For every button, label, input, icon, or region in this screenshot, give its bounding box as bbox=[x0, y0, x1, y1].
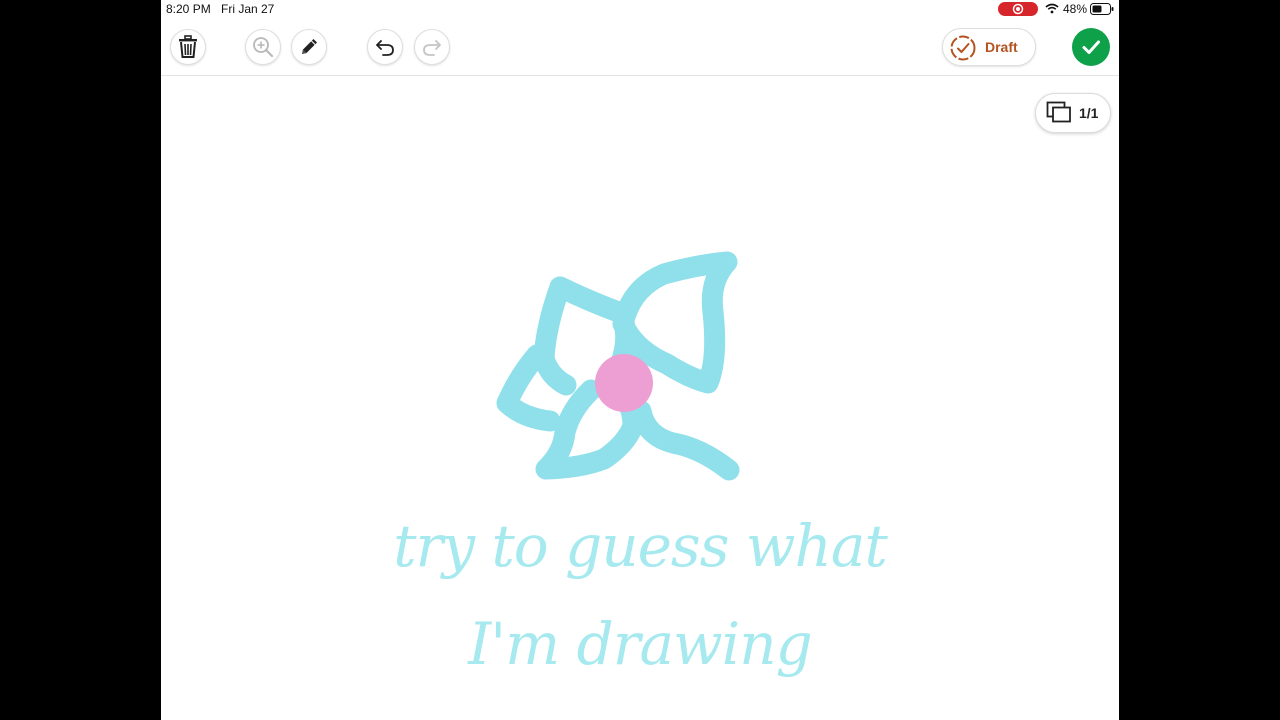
record-icon bbox=[1012, 3, 1024, 15]
battery-percentage: 48% bbox=[1063, 2, 1088, 16]
delete-button[interactable] bbox=[170, 29, 206, 65]
screen-recording-indicator bbox=[998, 2, 1038, 16]
pen-tool-button[interactable] bbox=[291, 29, 327, 65]
status-time: 8:20 PM bbox=[166, 2, 211, 16]
draft-check-icon bbox=[950, 35, 976, 61]
pencil-icon bbox=[302, 39, 317, 54]
zoom-in-icon bbox=[253, 37, 274, 58]
caption-line-1: try to guess what bbox=[393, 512, 888, 580]
draft-label: Draft bbox=[985, 39, 1018, 55]
drawing-canvas[interactable]: try to guess what I'm drawing bbox=[161, 76, 1119, 720]
status-date: Fri Jan 27 bbox=[221, 2, 275, 16]
status-bar: 8:20 PM Fri Jan 27 48% bbox=[161, 0, 1119, 18]
toolbar: Draft bbox=[161, 20, 1119, 76]
battery-icon bbox=[1090, 3, 1114, 15]
caption-line-2: I'm drawing bbox=[468, 610, 812, 678]
done-button[interactable] bbox=[1072, 28, 1110, 66]
drawing-app-screen: 8:20 PM Fri Jan 27 48% Draft 1/1 try to … bbox=[161, 0, 1119, 720]
trash-icon bbox=[179, 35, 197, 58]
draft-button[interactable]: Draft bbox=[942, 28, 1036, 66]
redo-icon bbox=[423, 40, 441, 56]
checkmark-icon bbox=[1082, 40, 1100, 54]
zoom-button[interactable] bbox=[245, 29, 281, 65]
undo-button[interactable] bbox=[367, 29, 403, 65]
wifi-icon bbox=[1045, 3, 1059, 14]
redo-button[interactable] bbox=[414, 29, 450, 65]
undo-icon bbox=[376, 40, 394, 56]
